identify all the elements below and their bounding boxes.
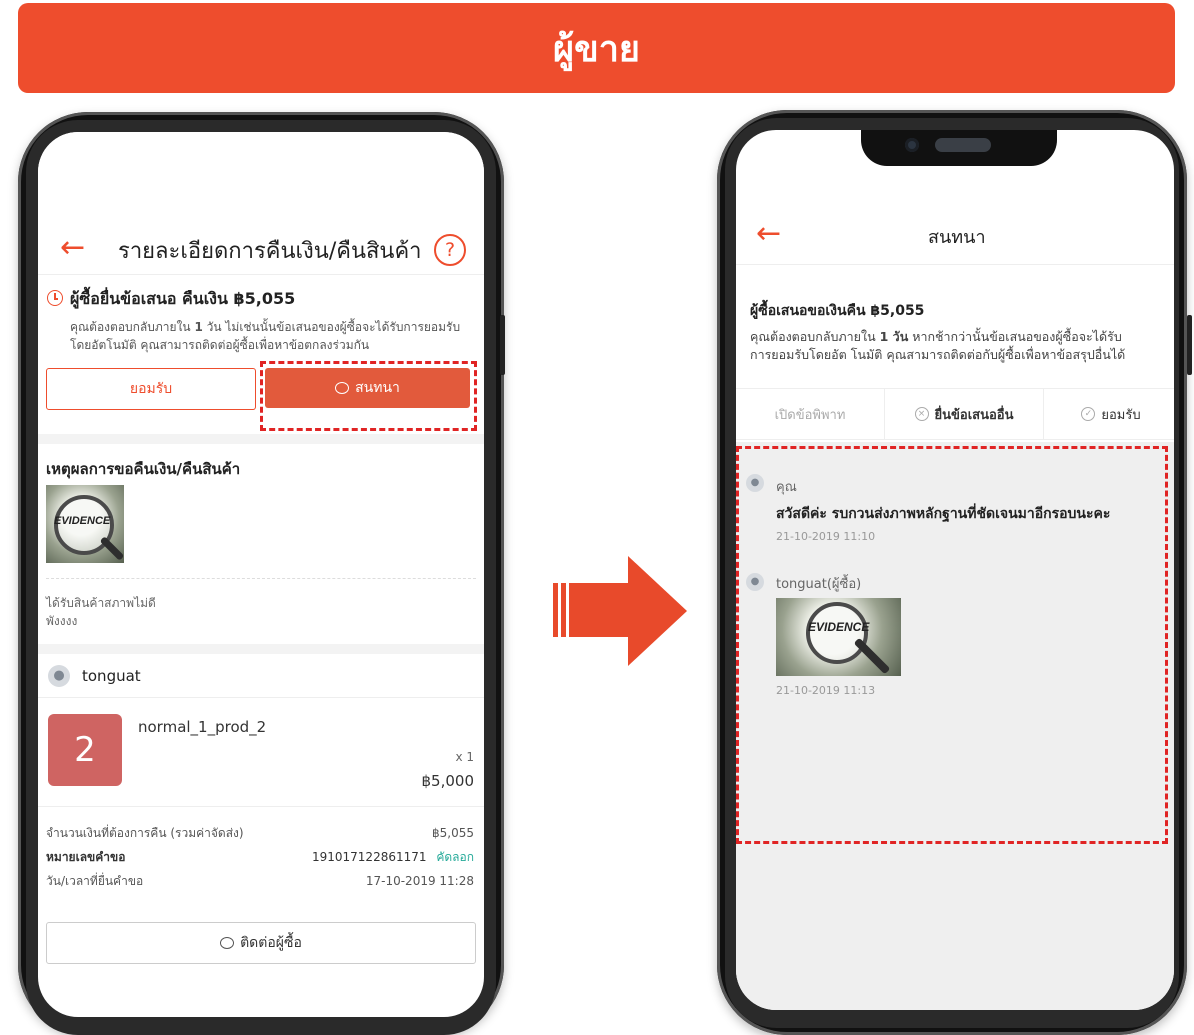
chat-header: ← สนทนา bbox=[736, 130, 1174, 265]
product-qty: x 1 bbox=[455, 750, 474, 764]
close-circle-icon: × bbox=[914, 407, 929, 421]
chat-button-highlight bbox=[260, 361, 477, 431]
flow-arrow-icon bbox=[553, 556, 687, 666]
product-price: ฿5,000 bbox=[421, 772, 475, 790]
check-circle-icon: ✓ bbox=[1081, 407, 1096, 421]
product-name: normal_1_prod_2 bbox=[138, 718, 267, 736]
tab-accept[interactable]: ✓ ยอมรับ bbox=[1042, 389, 1174, 439]
reason-heading: เหตุผลการขอคืนเงิน/คืนสินค้า bbox=[46, 460, 241, 478]
status-description: คุณต้องตอบกลับภายใน 1 วัน ไม่เช่นนั้นข้อ… bbox=[70, 320, 461, 352]
seller-banner: ผู้ขาย bbox=[18, 3, 1175, 93]
return-detail-header: ← รายละเอียดการคืนเงิน/คืนสินค้า ? bbox=[38, 132, 484, 275]
section-divider bbox=[38, 644, 484, 654]
tab-open-dispute-label: เปิดข้อพิพาท bbox=[774, 407, 846, 423]
section-divider bbox=[38, 434, 484, 444]
chat-area-highlight bbox=[736, 446, 1168, 844]
refund-amount-label: จำนวนเงินที่ต้องการคืน (รวมค่าจัดส่ง) bbox=[46, 826, 244, 840]
banner-title: ผู้ขาย bbox=[552, 28, 640, 70]
evidence-photo-text: EVIDENCE bbox=[54, 515, 111, 527]
request-number-row: 191017122861171 คัดลอก bbox=[312, 848, 474, 866]
request-time-label: วัน/เวลาที่ยื่นคำขอ bbox=[46, 874, 144, 888]
product-thumb-label: 2 bbox=[74, 730, 96, 770]
right-phone-side-button bbox=[1187, 315, 1192, 375]
contact-buyer-button[interactable]: ติดต่อผู้ซื้อ bbox=[46, 922, 476, 964]
accept-button[interactable]: ยอมรับ bbox=[46, 368, 256, 410]
page-title: รายละเอียดการคืนเงิน/คืนสินค้า bbox=[118, 239, 422, 264]
clock-icon bbox=[47, 290, 63, 306]
tab-accept-label: ยอมรับ bbox=[1101, 407, 1141, 423]
refund-amount-value: ฿5,055 bbox=[432, 826, 474, 840]
tab-open-dispute[interactable]: เปิดข้อพิพาท bbox=[736, 389, 884, 439]
contact-buyer-label: ติดต่อผู้ซื้อ bbox=[240, 935, 302, 951]
status-title: ผู้ซื้อยื่นข้อเสนอ คืนเงิน ฿5,055 bbox=[70, 289, 296, 308]
reason-divider bbox=[46, 578, 476, 579]
action-tabs: เปิดข้อพิพาท × ยื่นข้อเสนออื่น ✓ ยอมรับ bbox=[736, 388, 1174, 440]
offer-description: คุณต้องตอบกลับภายใน 1 วัน หากช้ากว่านั้น… bbox=[750, 329, 1126, 362]
user-avatar-icon: ● bbox=[48, 665, 70, 687]
request-number-value: 191017122861171 bbox=[311, 850, 427, 864]
left-phone-screen: ← รายละเอียดการคืนเงิน/คืนสินค้า ? ผู้ซื… bbox=[38, 132, 484, 1017]
chat-bubble-icon bbox=[220, 937, 235, 949]
request-number-label: หมายเลขคำขอ bbox=[46, 850, 126, 864]
product-thumbnail[interactable]: 2 bbox=[48, 714, 122, 786]
request-time-value: 17-10-2019 11:28 bbox=[365, 874, 474, 888]
buyer-name[interactable]: tonguat bbox=[82, 667, 141, 685]
back-arrow-icon[interactable]: ← bbox=[756, 216, 781, 251]
evidence-photo[interactable]: EVIDENCE bbox=[46, 485, 124, 563]
right-phone-screen: ← สนทนา ผู้ซื้อเสนอขอเงินคืน ฿5,055 คุณต… bbox=[736, 130, 1174, 1010]
tab-counter-offer[interactable]: × ยื่นข้อเสนออื่น bbox=[884, 389, 1044, 439]
offer-title: ผู้ซื้อเสนอขอเงินคืน ฿5,055 bbox=[750, 303, 925, 319]
reason-text: ได้รับสินค้าสภาพไม่ดี พังงงง bbox=[46, 596, 156, 628]
copy-link[interactable]: คัดลอก bbox=[436, 850, 474, 864]
tab-counter-offer-label: ยื่นข้อเสนออื่น bbox=[934, 407, 1014, 423]
back-arrow-icon[interactable]: ← bbox=[60, 230, 85, 265]
chat-title: สนทนา bbox=[928, 227, 986, 248]
help-icon[interactable]: ? bbox=[434, 234, 466, 266]
left-phone-side-button bbox=[500, 315, 505, 375]
